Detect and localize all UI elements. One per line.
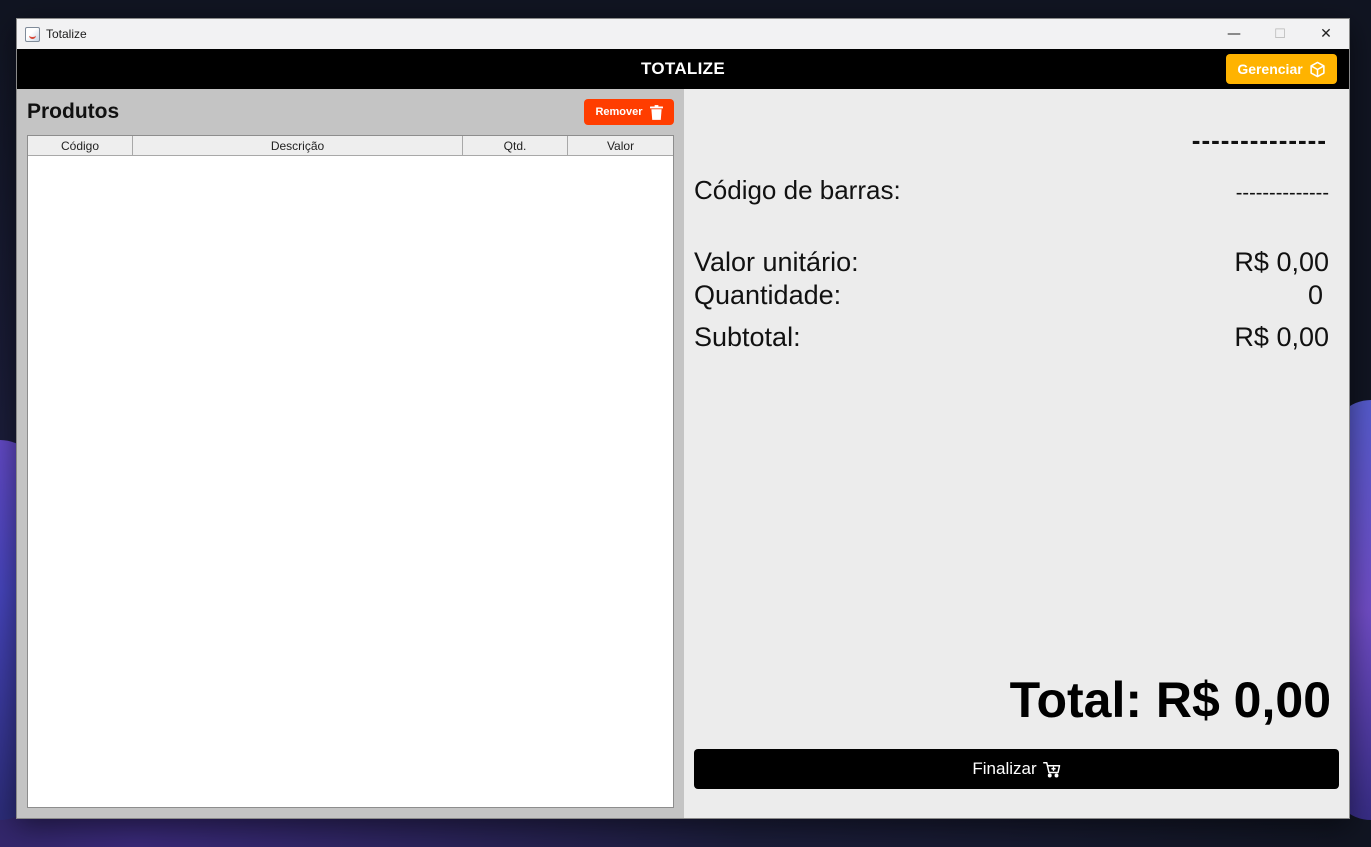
products-table[interactable]: Código Descrição Qtd. Valor (27, 135, 674, 808)
cart-icon (1042, 761, 1060, 777)
product-name-display: -------------- (1191, 125, 1327, 155)
column-header-quantity[interactable]: Qtd. (463, 136, 568, 155)
barcode-label: Código de barras: (694, 175, 901, 205)
column-header-value[interactable]: Valor (568, 136, 673, 155)
barcode-row: Código de barras: -------------- (694, 175, 1329, 206)
title-bar: Totalize — ☐ ✕ (17, 19, 1349, 49)
products-panel: Produtos Remover Código Descrição Qtd. V… (17, 89, 684, 818)
table-header: Código Descrição Qtd. Valor (28, 136, 673, 156)
subtotal-value: R$ 0,00 (1234, 322, 1329, 352)
close-button[interactable]: ✕ (1303, 19, 1349, 49)
quantity-row: Quantidade: 0 (694, 280, 1329, 311)
products-title: Produtos (27, 100, 120, 123)
finish-button[interactable]: Finalizar (694, 749, 1339, 789)
finish-button-label: Finalizar (972, 759, 1037, 778)
sale-detail-panel: -------------- Código de barras: -------… (684, 89, 1349, 818)
minimize-button[interactable]: — (1211, 19, 1257, 49)
window-title: Totalize (46, 27, 87, 41)
trash-icon (649, 104, 663, 120)
unit-price-row: Valor unitário: R$ 0,00 (694, 247, 1329, 278)
main-content: Produtos Remover Código Descrição Qtd. V… (17, 89, 1349, 818)
unit-price-value: R$ 0,00 (1234, 247, 1329, 277)
total-display: Total: R$ 0,00 (1009, 672, 1331, 728)
subtotal-label: Subtotal: (694, 322, 801, 352)
java-app-icon (25, 26, 40, 42)
column-header-code[interactable]: Código (28, 136, 133, 155)
manage-button[interactable]: Gerenciar (1226, 54, 1337, 84)
products-toolbar: Produtos Remover (27, 99, 674, 125)
remove-button-label: Remover (595, 106, 643, 118)
app-window: Totalize — ☐ ✕ TOTALIZE Gerenciar Produt… (16, 18, 1350, 819)
barcode-value: -------------- (1235, 182, 1329, 204)
subtotal-row: Subtotal: R$ 0,00 (694, 322, 1329, 353)
quantity-value: 0 (1307, 280, 1323, 310)
column-header-description[interactable]: Descrição (133, 136, 463, 155)
window-controls: — ☐ ✕ (1211, 19, 1349, 49)
app-header: TOTALIZE Gerenciar (17, 49, 1349, 89)
remove-button[interactable]: Remover (584, 99, 674, 125)
manage-button-label: Gerenciar (1237, 61, 1303, 77)
unit-price-label: Valor unitário: (694, 247, 859, 277)
quantity-label: Quantidade: (694, 280, 842, 310)
app-title: TOTALIZE (641, 59, 725, 78)
box-icon (1310, 61, 1325, 77)
maximize-button[interactable]: ☐ (1257, 19, 1303, 49)
